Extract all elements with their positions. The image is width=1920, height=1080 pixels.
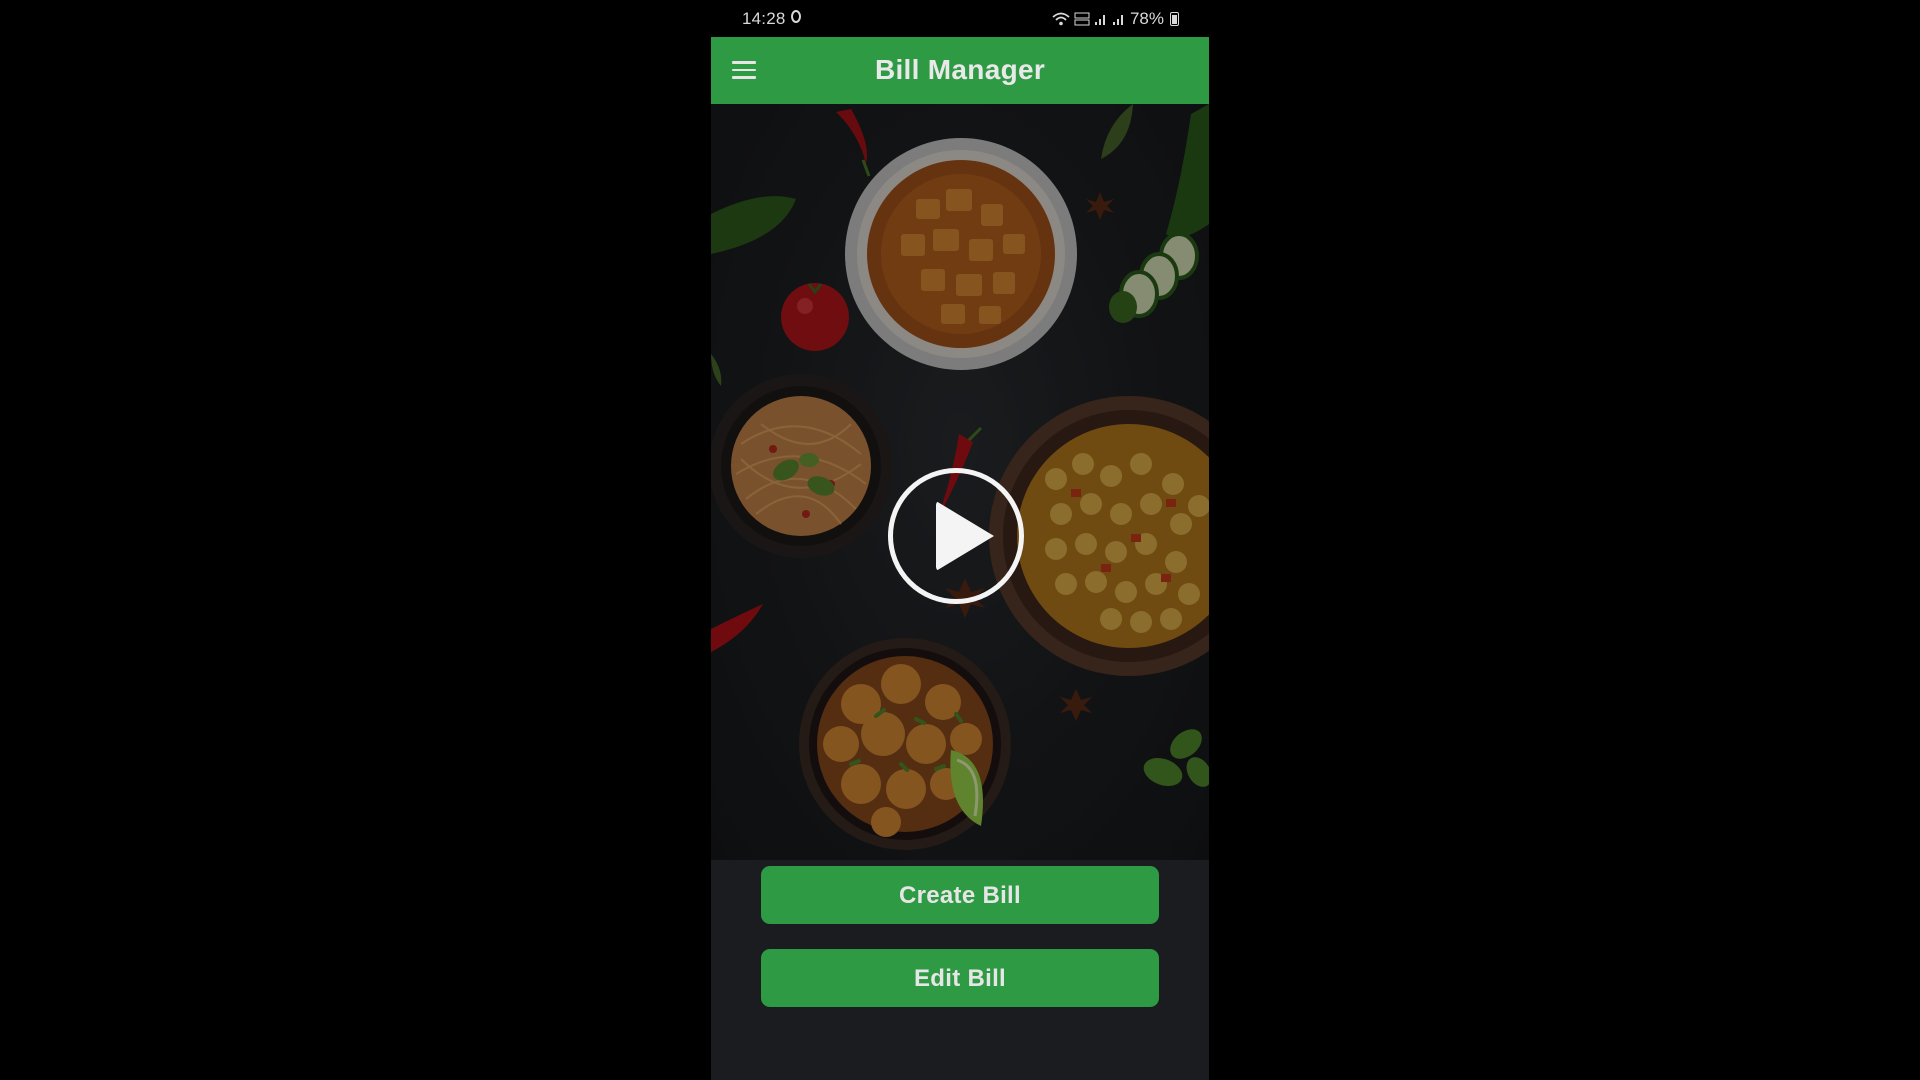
play-circle-icon[interactable] [888,468,1024,604]
app-title: Bill Manager [874,54,1046,85]
hero-food-video[interactable] [711,104,1209,860]
signal-icon-2 [1112,15,1123,25]
create-bill-button[interactable]: Create Bill [761,866,1159,924]
app-bar: Bill Manager [711,37,1209,104]
status-time: 14:28 [742,9,786,28]
play-triangle-icon [936,501,994,571]
status-indicators: 78% [1052,9,1179,29]
volte-icon [1074,12,1090,26]
edit-bill-button[interactable]: Edit Bill [761,949,1159,1007]
notification-icon [791,10,801,23]
wifi-icon [1052,12,1070,26]
status-bar: 14:28 78% [711,0,1209,37]
battery-percentage: 78% [1129,9,1164,28]
phone-screen: 14:28 78% Bill Manager Create Bill Edit … [711,0,1209,1080]
signal-icon [1094,15,1105,25]
battery-icon [1170,12,1179,26]
